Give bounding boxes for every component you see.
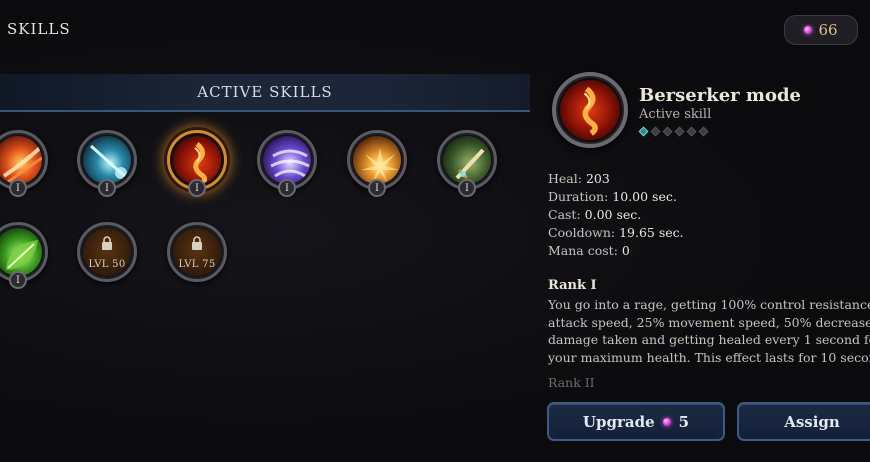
skill-rank-badge: I [9,179,27,197]
whirlwind-icon [263,136,311,184]
skill-slot-leaf[interactable]: I [0,222,48,289]
skill-type: Active skill [639,107,712,122]
upgrade-label: Upgrade [582,412,655,431]
skill-slot-explosion[interactable]: I [347,130,407,197]
skill-slot-whirlwind[interactable]: I [257,130,317,197]
stat-mana-cost: Mana cost: 0 [548,242,684,260]
stat-cooldown: Cooldown: 19.65 sec. [548,224,684,242]
stat-label: Mana cost: [548,243,618,258]
assign-label: Assign [784,412,840,431]
skill-slot-locked-lvl75[interactable]: LVL 75 [167,222,227,282]
next-rank-title: Rank II [548,375,595,390]
tab-active-skills[interactable]: ACTIVE SKILLS [0,74,530,112]
fire-slash-icon [0,136,42,184]
rank-desc-line: damage taken and getting healed every 1 … [548,332,870,347]
skill-rank-badge: I [368,179,386,197]
leaf-icon [0,228,42,276]
stat-value: 19.65 sec. [619,225,684,240]
upgrade-cost: 5 [678,412,690,431]
rank-pip-empty [686,126,697,137]
berserker-icon [560,80,620,140]
ice-bolt-icon [83,136,131,184]
gem-icon [804,26,813,34]
skill-slot-fire-slash[interactable]: I [0,130,48,197]
stat-value: 0 [621,243,630,258]
stat-duration: Duration: 10.00 sec. [548,188,684,206]
stat-label: Duration: [548,189,609,204]
skill-slot-sword-strike[interactable]: I [437,130,497,197]
skill-stats: Heal: 203 Duration: 10.00 sec. Cast: 0.0… [548,170,684,260]
skill-name: Berserker mode [639,85,801,106]
rank-desc-line: your maximum health. This effect lasts f… [548,349,870,365]
skill-rank-badge: I [458,179,476,197]
berserker-icon [173,136,221,184]
rank-description: You go into a rage, getting 100% control… [548,296,870,366]
rank-desc-line: attack speed, 25% movement speed, 50% de… [548,314,870,330]
stat-label: Heal: [548,171,582,186]
lock-icon [192,236,202,250]
skill-rank-badge: I [278,179,296,197]
rank-title: Rank I [548,278,597,293]
skill-rank-badge: I [9,271,27,289]
rank-pip-empty [662,126,673,137]
stat-value: 0.00 sec. [584,207,642,222]
currency-value: 66 [818,21,838,39]
tab-label: ACTIVE SKILLS [197,83,333,101]
lock-wrap [80,235,134,254]
skill-slot-locked-lvl50[interactable]: LVL 50 [77,222,137,282]
stat-label: Cast: [548,207,581,222]
explosion-icon [353,136,401,184]
stat-value: 203 [585,171,610,186]
currency-display[interactable]: 66 [784,15,858,45]
unlock-level-label: LVL 75 [178,259,216,270]
selected-skill-icon [552,72,628,148]
rank-pip-empty [650,126,661,137]
assign-button[interactable]: Assign [737,402,870,441]
skills-screen: SKILLS 66 ACTIVE SKILLS I I I I I I I LV… [0,0,870,462]
stat-value: 10.00 sec. [612,189,677,204]
rank-pips [638,126,709,137]
rank-pip-filled [638,126,649,137]
lock-wrap [170,235,224,254]
stat-cast: Cast: 0.00 sec. [548,206,684,224]
skill-rank-badge: I [98,179,116,197]
skill-rank-badge: I [188,179,206,197]
unlock-level-label: LVL 50 [88,259,126,270]
rank-desc-line: You go into a rage, getting 100% control… [548,297,870,312]
lock-icon [102,236,112,250]
upgrade-button[interactable]: Upgrade 5 [547,402,725,441]
stat-heal: Heal: 203 [548,170,684,188]
screen-title: SKILLS [7,20,71,38]
stat-label: Cooldown: [548,225,616,240]
sword-strike-icon [443,136,491,184]
skill-slot-ice-bolt[interactable]: I [77,130,137,197]
rank-pip-empty [698,126,709,137]
gem-icon [662,417,671,426]
rank-pip-empty [674,126,685,137]
skill-slot-berserker[interactable]: I [167,130,227,197]
